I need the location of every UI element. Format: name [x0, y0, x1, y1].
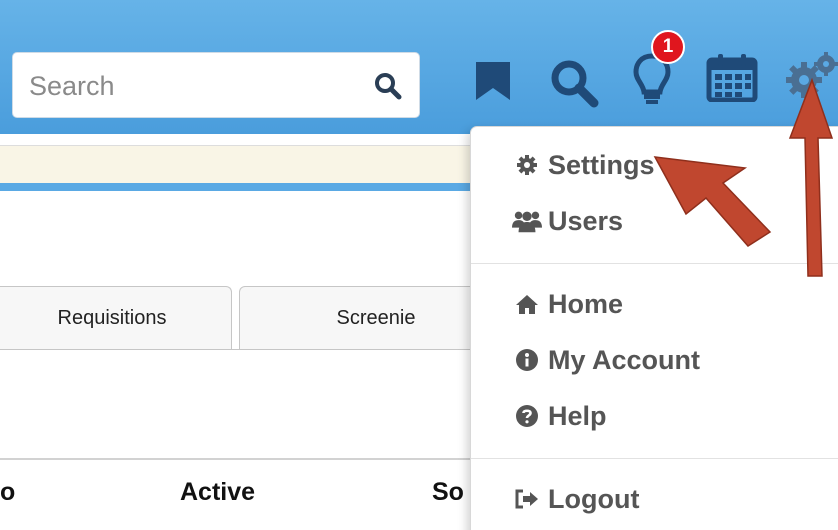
menu-item-logout[interactable]: Logout	[512, 479, 639, 519]
question-circle-icon	[512, 401, 542, 431]
search-box	[12, 52, 420, 118]
gear-icon	[512, 150, 542, 180]
magnifier-icon[interactable]	[548, 57, 600, 114]
notification-badge[interactable]: 1	[651, 30, 685, 64]
menu-item-home[interactable]: Home	[512, 284, 623, 324]
menu-divider	[471, 263, 838, 264]
column-header[interactable]: So	[432, 478, 464, 507]
menu-item-label: Home	[548, 288, 624, 319]
menu-item-label: Help	[548, 400, 607, 431]
tab-label: Screenie	[336, 307, 416, 329]
bookmark-icon[interactable]	[474, 60, 512, 107]
menu-item-help[interactable]: Help	[512, 396, 607, 436]
menu-divider	[471, 458, 838, 459]
menu-item-label: My Account	[548, 344, 701, 375]
users-icon	[512, 206, 542, 236]
menu-item-settings[interactable]: Settings	[512, 145, 655, 185]
column-header[interactable]: o	[0, 478, 15, 507]
search-input[interactable]	[29, 67, 359, 105]
menu-item-users[interactable]: Users	[512, 201, 623, 241]
column-header-active[interactable]: Active	[180, 478, 255, 507]
info-circle-icon	[512, 345, 542, 375]
gears-icon[interactable]	[782, 50, 838, 111]
menu-item-label: Logout	[548, 483, 640, 514]
search-icon[interactable]	[373, 71, 403, 101]
tab-requisitions[interactable]: Requisitions	[0, 286, 232, 350]
menu-item-my-account[interactable]: My Account	[512, 340, 700, 380]
settings-dropdown-menu	[470, 126, 838, 530]
home-icon	[512, 289, 542, 319]
menu-item-label: Users	[548, 205, 624, 236]
menu-item-label: Settings	[548, 149, 655, 180]
calendar-icon[interactable]	[706, 52, 758, 107]
tab-label: Requisitions	[57, 307, 167, 329]
sign-out-icon	[512, 484, 542, 514]
